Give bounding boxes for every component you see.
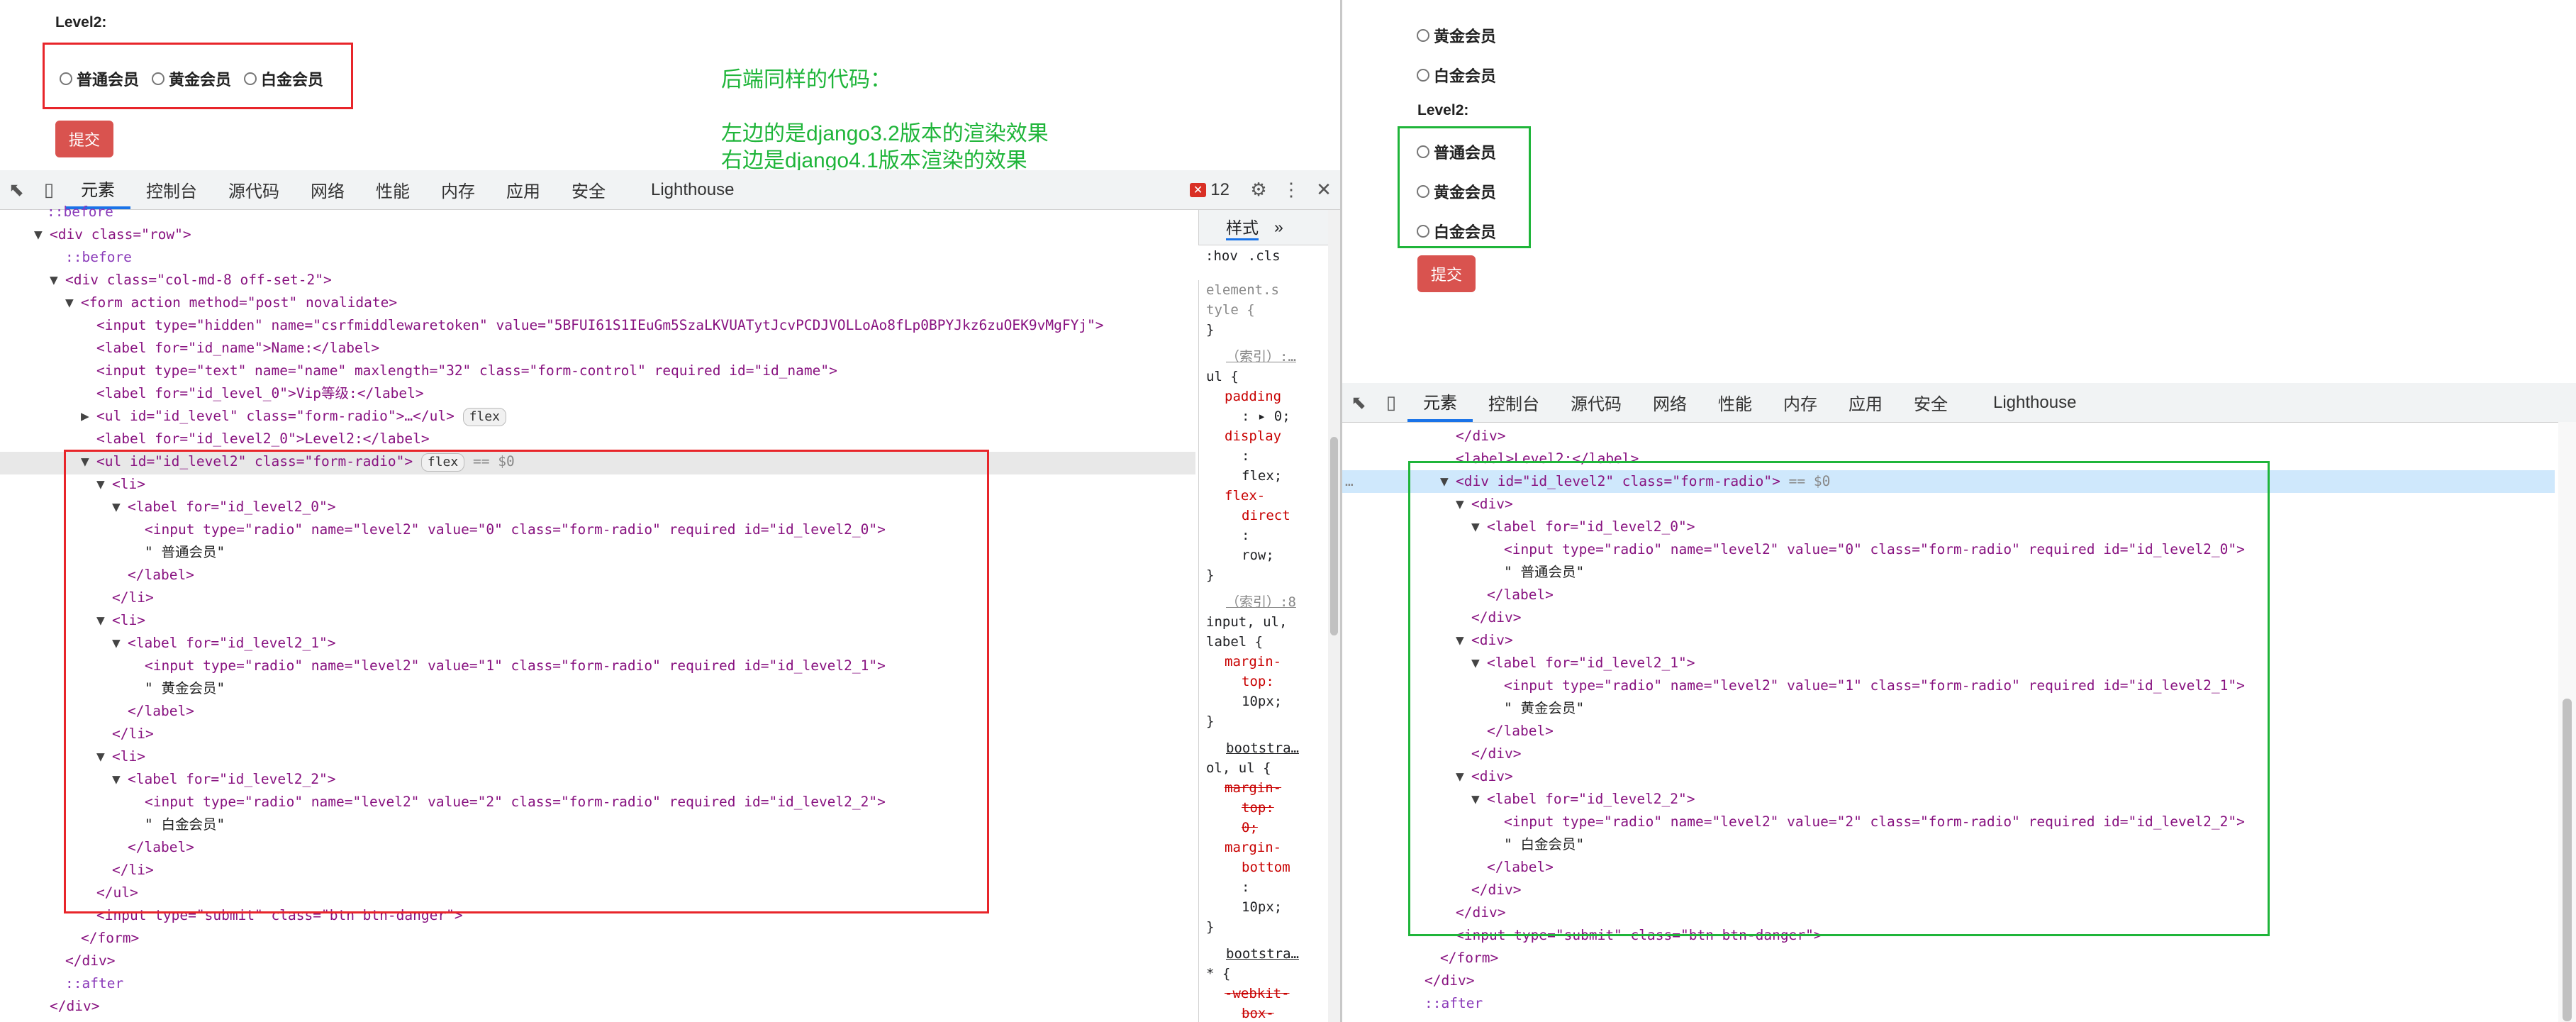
node-menu-ellipsis[interactable]: … xyxy=(1345,470,1354,493)
green-highlight-code xyxy=(1408,461,2270,936)
radio-option-baijin[interactable]: 白金会员 xyxy=(244,67,323,90)
radio-circle[interactable] xyxy=(1417,69,1429,82)
level2-label: Level2: xyxy=(1417,102,1469,118)
tab-lighthouse[interactable]: Lighthouse xyxy=(1978,383,2092,422)
code-line[interactable]: </div> xyxy=(1424,972,1474,989)
radio-option-top-baijin[interactable]: 白金会员 xyxy=(1417,64,1496,87)
radio-circle[interactable] xyxy=(60,72,72,85)
code-line[interactable]: <input type="hidden" name="csrfmiddlewar… xyxy=(96,317,1104,333)
right-browser-pane: 黄金会员 白金会员 Level2: 普通会员 黄金会员 白金会员 提交 ⬉ ▯ … xyxy=(1342,0,2576,1022)
radio-option-huangjin[interactable]: 黄金会员 xyxy=(1417,180,1496,203)
radio-circle[interactable] xyxy=(152,72,165,85)
radio-option-putong[interactable]: 普通会员 xyxy=(1417,140,1496,163)
code-line[interactable]: </div> xyxy=(50,998,99,1014)
more-vert-icon[interactable]: ⋮ xyxy=(1275,170,1307,209)
code-line[interactable]: <ul id="id_level" class="form-radio">…</… xyxy=(96,408,455,424)
code-line[interactable]: ::after xyxy=(65,975,123,992)
level2-label: Level2: xyxy=(55,14,107,30)
tab-elements[interactable]: 元素 xyxy=(1407,383,1473,422)
tab-styles[interactable]: 样式 xyxy=(1226,214,1259,240)
collapsed-triangle-icon[interactable]: ▶ xyxy=(81,405,96,428)
radio-circle[interactable] xyxy=(1417,145,1429,158)
code-line[interactable]: </div> xyxy=(1456,428,1505,444)
expand-triangle-icon[interactable]: ▼ xyxy=(34,223,50,246)
styles-filter-row: :hov .cls xyxy=(1205,248,1281,264)
tab-application[interactable]: 应用 xyxy=(1833,383,1898,422)
left-browser-pane: Level2: 普通会员 黄金会员 白金会员 提交 后端同样的代码： 左边的是d… xyxy=(0,0,1340,1022)
red-highlight-code xyxy=(64,450,989,913)
code-line[interactable]: <label for="id_name">Name:</label> xyxy=(96,340,379,356)
radio-circle[interactable] xyxy=(1417,185,1429,198)
code-line[interactable]: </form> xyxy=(1440,950,1498,966)
inspect-icon[interactable]: ⬉ xyxy=(1342,383,1375,422)
gear-icon[interactable]: ⚙ xyxy=(1242,170,1275,209)
expand-triangle-icon[interactable]: ▼ xyxy=(65,291,81,314)
chevron-double-right-icon[interactable]: » xyxy=(1274,218,1283,237)
error-icon: ✕ xyxy=(1189,182,1207,197)
code-line[interactable]: ::before xyxy=(47,204,113,220)
code-line[interactable]: <div class="row"> xyxy=(50,226,191,243)
code-line[interactable]: <input type="text" name="name" maxlength… xyxy=(96,362,837,379)
tab-sources[interactable]: 源代码 xyxy=(1555,383,1637,422)
tab-memory[interactable]: 内存 xyxy=(1768,383,1833,422)
close-icon[interactable]: ✕ xyxy=(1307,170,1340,209)
annotation-note: 后端同样的代码： 左边的是django3.2版本的渲染效果 右边是django4… xyxy=(721,68,1049,172)
radio-option-putong[interactable]: 普通会员 xyxy=(60,67,139,90)
radio-circle[interactable] xyxy=(244,72,257,85)
code-line[interactable]: <label for="id_level_0">Vip等级:</label> xyxy=(96,385,424,401)
error-badge[interactable]: ✕ 12 xyxy=(1189,180,1230,200)
code-line[interactable]: ::after xyxy=(1424,995,1483,1011)
radio-group-inline: 普通会员 黄金会员 白金会员 xyxy=(60,67,323,90)
radio-option-huangjin[interactable]: 黄金会员 xyxy=(152,67,231,90)
code-line[interactable]: </form> xyxy=(81,930,139,946)
scroll-thumb[interactable] xyxy=(2563,699,2572,1021)
scroll-thumb[interactable] xyxy=(1330,437,1338,635)
tab-performance[interactable]: 性能 xyxy=(1702,383,1768,422)
flex-badge[interactable]: flex xyxy=(462,408,506,426)
tab-network[interactable]: 网络 xyxy=(1637,383,1702,422)
styles-rules: element.s tyle { } （索引）:… ul { padding :… xyxy=(1198,280,1328,1022)
styles-header: 样式 » xyxy=(1198,210,1340,245)
code-line[interactable]: <div class="col-md-8 off-set-2"> xyxy=(65,272,332,288)
tab-console[interactable]: 控制台 xyxy=(1473,383,1555,422)
submit-button[interactable]: 提交 xyxy=(55,121,113,157)
expand-triangle-icon[interactable]: ▼ xyxy=(50,269,65,291)
code-line[interactable]: <form action method="post" novalidate> xyxy=(81,294,397,311)
code-line[interactable]: ::before xyxy=(65,249,132,265)
radio-circle[interactable] xyxy=(1417,225,1429,238)
cls-toggle[interactable]: .cls xyxy=(1248,248,1281,264)
radio-option-baijin[interactable]: 白金会员 xyxy=(1417,220,1496,243)
elements-scrollbar[interactable] xyxy=(2558,422,2576,1022)
radio-option-top-huangjin[interactable]: 黄金会员 xyxy=(1417,24,1496,47)
submit-button[interactable]: 提交 xyxy=(1417,255,1476,292)
radio-circle[interactable] xyxy=(1417,29,1429,42)
devtools-toolbar: ⬉ ▯ 元素 控制台 源代码 网络 性能 内存 应用 安全 Lighthouse xyxy=(1342,383,2576,423)
styles-scrollbar[interactable] xyxy=(1328,210,1340,1022)
device-toggle-icon[interactable]: ▯ xyxy=(1375,383,1407,422)
tab-security[interactable]: 安全 xyxy=(1898,383,1963,422)
hov-toggle[interactable]: :hov xyxy=(1205,248,1238,264)
code-line[interactable]: <label for="id_level2_0">Level2:</label> xyxy=(96,431,430,447)
code-line[interactable]: </div> xyxy=(65,952,115,969)
